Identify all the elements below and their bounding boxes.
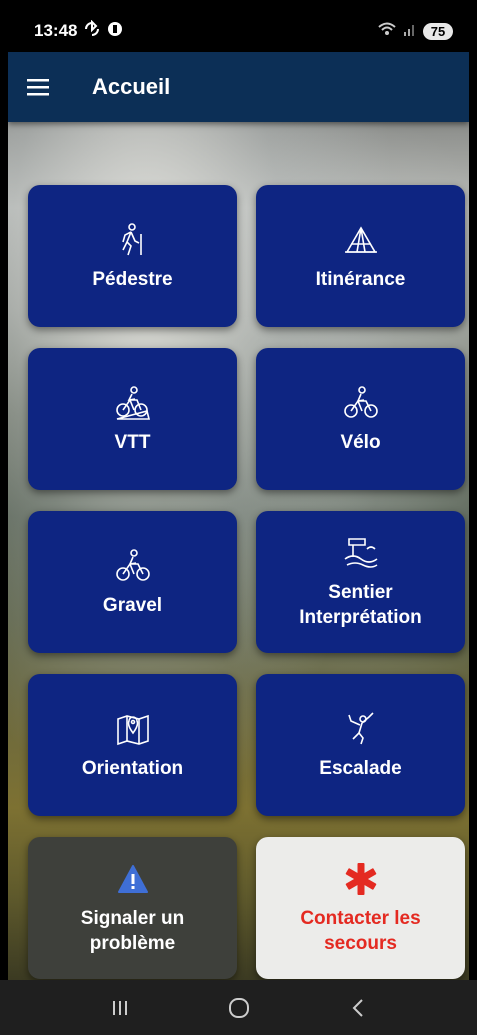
home-grid: Pédestre Itinérance VTT Vélo Gravel Sent… bbox=[8, 122, 469, 980]
shield-icon bbox=[107, 21, 123, 42]
back-icon bbox=[352, 998, 363, 1017]
wifi-icon bbox=[377, 21, 397, 42]
battery-indicator: 75 bbox=[423, 22, 453, 40]
home-button[interactable] bbox=[209, 988, 269, 1028]
gravel-bike-icon bbox=[113, 546, 153, 586]
mountain-bike-icon bbox=[113, 383, 153, 423]
tile-label: Pédestre bbox=[92, 268, 173, 290]
report-label: Signaler un problème bbox=[80, 908, 185, 954]
warning-icon bbox=[113, 859, 153, 899]
tile-velo[interactable]: Vélo bbox=[256, 348, 465, 490]
tile-orientation[interactable]: Orientation bbox=[28, 674, 237, 816]
tile-label: Gravel bbox=[102, 594, 163, 616]
recent-apps-button[interactable] bbox=[90, 988, 150, 1028]
page-title: Accueil bbox=[92, 74, 171, 99]
status-bar: 13:48 75 bbox=[0, 0, 477, 52]
back-button[interactable] bbox=[328, 988, 388, 1028]
rescue-label: Contacter les secours bbox=[300, 908, 421, 954]
asterisk-icon bbox=[341, 859, 381, 899]
landscape-sign-icon bbox=[341, 533, 381, 573]
menu-button[interactable] bbox=[8, 52, 68, 122]
tile-pedestre[interactable]: Pédestre bbox=[28, 185, 237, 327]
app-bar: Accueil bbox=[8, 52, 469, 122]
report-problem-button[interactable]: Signaler un problème bbox=[28, 837, 237, 979]
tile-sentier-interpretation[interactable]: Sentier Interprétation bbox=[256, 511, 465, 653]
cyclist-icon bbox=[341, 383, 381, 423]
contact-rescue-button[interactable]: Contacter les secours bbox=[256, 837, 465, 979]
tile-label: VTT bbox=[114, 431, 151, 453]
tile-label: Escalade bbox=[319, 757, 402, 779]
hamburger-icon bbox=[27, 79, 49, 96]
tile-label: Orientation bbox=[81, 757, 184, 779]
tile-gravel[interactable]: Gravel bbox=[28, 511, 237, 653]
sync-icon bbox=[83, 19, 101, 43]
tile-label: Vélo bbox=[340, 431, 381, 453]
status-time: 13:48 bbox=[34, 21, 78, 40]
signal-icon bbox=[403, 21, 417, 42]
system-nav-bar bbox=[0, 980, 477, 1035]
hiker-icon bbox=[113, 220, 153, 260]
home-icon bbox=[228, 997, 249, 1018]
map-pin-icon bbox=[113, 709, 153, 749]
tent-icon bbox=[341, 220, 381, 260]
tile-vtt[interactable]: VTT bbox=[28, 348, 237, 490]
tile-escalade[interactable]: Escalade bbox=[256, 674, 465, 816]
recent-apps-icon bbox=[112, 1000, 127, 1015]
tile-itinerance[interactable]: Itinérance bbox=[256, 185, 465, 327]
tile-label: Itinérance bbox=[315, 268, 406, 290]
tile-label: Sentier Interprétation bbox=[299, 582, 422, 628]
climber-icon bbox=[341, 709, 381, 749]
